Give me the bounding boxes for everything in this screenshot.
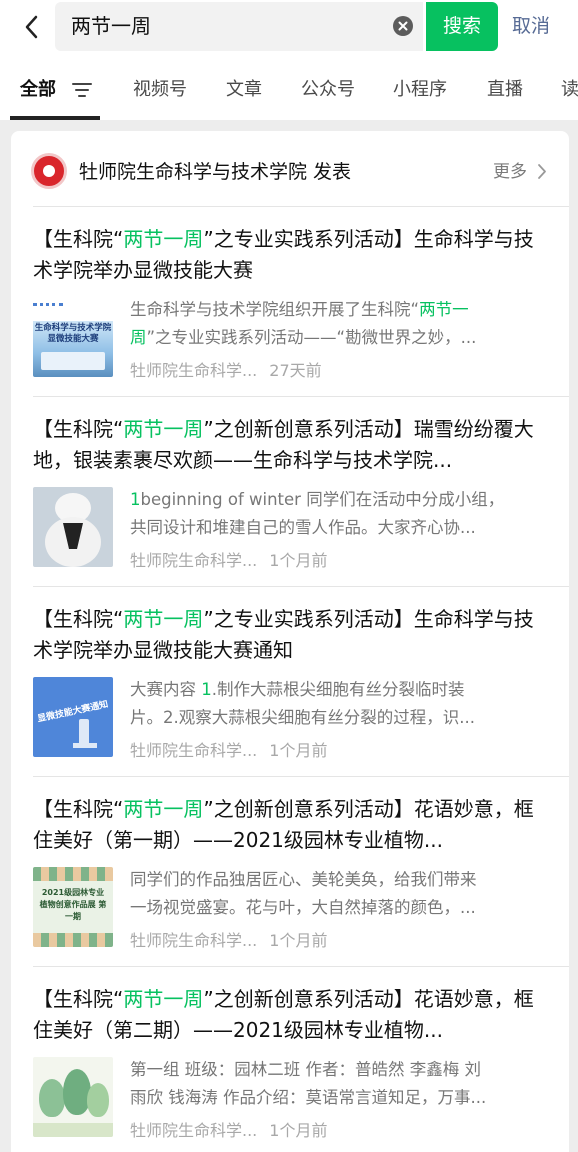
chevron-right-icon [538,164,546,179]
tab-channels[interactable]: 视频号 [133,70,187,110]
result-item[interactable]: 【生科院“两节一周”之创新创意系列活动】花语妙意，框住美好（第二期）——2021… [11,966,569,1152]
result-snippet: 同学们的作品独居匠心、美轮美奂，给我们带来 一场视觉盛宴。花与叶，大自然掉落的颜… [130,870,477,917]
result-item[interactable]: 【生科院“两节一周”之专业实践系列活动】生命科学与技术学院举办显微技能大赛通知 … [11,586,569,776]
results-card: 牡师院生命科学与技术学院 发表 更多 【生科院“两节一周”之专业实践系列活动】生… [11,131,569,1152]
divider [33,206,569,207]
result-meta: 牡师院生命科学... 1个月前 [130,1118,339,1144]
tab-official-accounts[interactable]: 公众号 [301,70,355,110]
top-bar: 两节一周 搜索 取消 全部 视频号 文章 公众号 小程序 直播 读 [0,0,578,120]
result-thumbnail [33,1057,113,1137]
divider [33,586,569,587]
result-title[interactable]: 【生科院“两节一周”之专业实践系列活动】生命科学与技术学院举办显微技能大赛通知 [33,604,553,666]
tab-read[interactable]: 读 [561,70,578,110]
result-title[interactable]: 【生科院“两节一周”之专业实践系列活动】生命科学与技术学院举办显微技能大赛 [33,224,553,286]
result-item[interactable]: 【生科院“两节一周”之创新创意系列活动】花语妙意，框住美好（第一期）——2021… [11,776,569,966]
result-title[interactable]: 【生科院“两节一周”之创新创意系列活动】瑞雪纷纷覆大地，银装素裹尽欢颜——生命科… [33,414,553,476]
result-thumbnail: 2021级园林专业 植物创意作品展 第一期 [33,867,113,947]
result-snippet: 1beginning of winter 同学们在活动中分成小组， 共同设计和堆… [130,490,505,537]
result-source: 牡师院生命科学... [130,551,258,570]
result-meta: 牡师院生命科学... 1个月前 [130,548,339,574]
result-meta: 牡师院生命科学... 1个月前 [130,928,339,954]
search-query[interactable]: 两节一周 [71,2,151,51]
result-thumbnail [33,487,113,567]
account-name: 牡师院生命科学与技术学院 发表 [79,161,352,183]
result-item[interactable]: 【生科院“两节一周”之专业实践系列活动】生命科学与技术学院举办显微技能大赛 生命… [11,206,569,396]
result-time: 27天前 [269,361,322,380]
result-snippet: 生命科学与技术学院组织开展了生科院“两节一 周”之专业实践系列活动——“勘微世界… [130,300,477,347]
account-header[interactable]: 牡师院生命科学与技术学院 发表 更多 [11,131,569,206]
search-input[interactable]: 两节一周 [55,2,423,51]
tab-mini-programs[interactable]: 小程序 [393,70,447,110]
result-snippet: 大赛内容 1.制作大蒜根尖细胞有丝分裂临时装 片。2.观察大蒜根尖细胞有丝分裂的… [130,680,475,727]
cancel-button[interactable]: 取消 [512,2,550,51]
more-button[interactable]: 更多 [493,153,527,191]
result-item[interactable]: 【生科院“两节一周”之创新创意系列活动】瑞雪纷纷覆大地，银装素裹尽欢颜——生命科… [11,396,569,586]
back-button[interactable] [14,8,48,46]
result-time: 1个月前 [269,551,328,570]
search-button[interactable]: 搜索 [426,2,498,51]
filter-icon[interactable] [72,82,92,98]
clear-icon[interactable] [393,16,413,36]
result-time: 1个月前 [269,1121,328,1140]
result-meta: 牡师院生命科学... 1个月前 [130,738,339,764]
result-thumbnail: 显微技能大赛通知 [33,677,113,757]
tab-all[interactable]: 全部 [20,70,56,110]
tab-live[interactable]: 直播 [487,70,523,110]
active-tab-indicator [10,116,100,120]
result-snippet: 第一组 班级：园林二班 作者：普皓然 李鑫梅 刘 雨欣 钱海涛 作品介绍：莫语常… [130,1060,487,1107]
result-time: 1个月前 [269,931,328,950]
result-source: 牡师院生命科学... [130,931,258,950]
result-source: 牡师院生命科学... [130,361,258,380]
result-meta: 牡师院生命科学... 27天前 [130,358,334,384]
chevron-left-icon [25,15,38,39]
tab-articles[interactable]: 文章 [226,70,262,110]
result-source: 牡师院生命科学... [130,741,258,760]
result-source: 牡师院生命科学... [130,1121,258,1140]
divider [33,966,569,967]
divider [33,776,569,777]
divider [33,396,569,397]
result-title[interactable]: 【生科院“两节一周”之创新创意系列活动】花语妙意，框住美好（第一期）——2021… [33,794,553,856]
result-thumbnail: 生命科学与技术学院 显微技能大赛 [33,297,113,377]
result-time: 1个月前 [269,741,328,760]
result-title[interactable]: 【生科院“两节一周”之创新创意系列活动】花语妙意，框住美好（第二期）——2021… [33,984,553,1046]
account-logo [31,153,67,189]
